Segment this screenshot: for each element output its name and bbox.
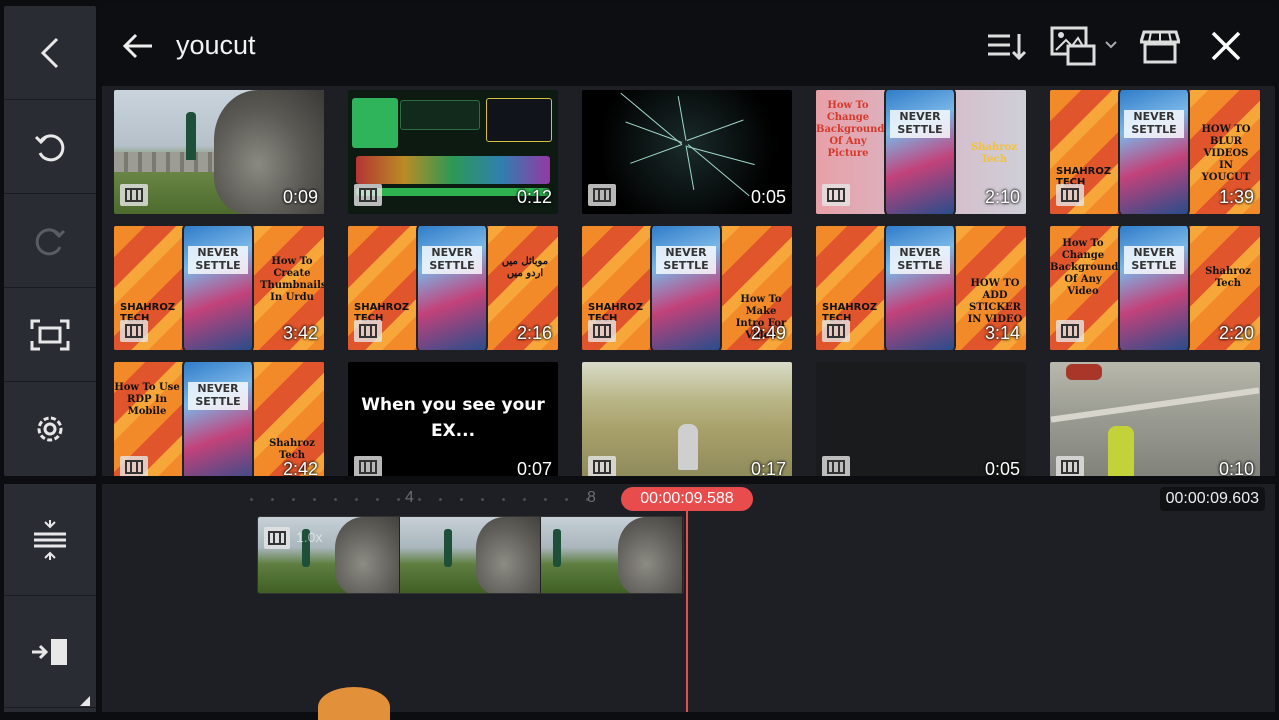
timeline[interactable]: 4 8 1.0x 00:00:09.588 00:00:09.603	[102, 484, 1275, 720]
video-type-icon	[354, 320, 382, 342]
export-button[interactable]	[4, 596, 96, 708]
resize-handle-icon[interactable]	[80, 696, 90, 706]
duration-label: 0:12	[516, 187, 552, 207]
media-item[interactable]: How To Change Background Of Any Picture …	[816, 90, 1026, 214]
duration-label: 2:16	[516, 323, 552, 343]
media-item[interactable]: NEVER SETTLE HOW TO ADD STICKER IN VIDEO…	[816, 226, 1026, 350]
settings-icon	[37, 416, 63, 442]
duration-label: 3:42	[282, 323, 318, 343]
media-item[interactable]: 0:05	[816, 362, 1026, 476]
video-type-icon	[1056, 320, 1084, 342]
duration-label: 0:10	[1218, 459, 1254, 476]
media-header: youcut	[102, 6, 1275, 86]
video-type-icon	[264, 527, 290, 549]
store-button[interactable]	[1140, 24, 1180, 68]
redo-button[interactable]	[4, 194, 96, 288]
video-type-icon	[354, 456, 382, 476]
video-type-icon	[120, 456, 148, 476]
back-icon	[40, 37, 59, 68]
duration-label: 0:09	[282, 187, 318, 207]
undo-icon	[34, 133, 65, 161]
playhead[interactable]	[686, 511, 688, 712]
playhead-time[interactable]: 00:00:09.588	[621, 487, 753, 511]
duration-label: 2:49	[750, 323, 786, 343]
back-button[interactable]	[4, 6, 96, 100]
video-type-icon	[1056, 456, 1084, 476]
sort-icon	[988, 34, 1027, 61]
duration-label: 0:05	[984, 459, 1020, 476]
media-item[interactable]: NEVER SETTLE موبائل میں اردو میں SHAHROZ…	[348, 226, 558, 350]
video-type-icon	[120, 320, 148, 342]
video-type-icon	[822, 320, 850, 342]
video-editor: youcut 0:09 0:12 0:05 How To Change Back…	[0, 0, 1279, 720]
back-arrow-icon	[122, 33, 152, 59]
fullscreen-icon	[30, 319, 70, 350]
media-item[interactable]: 0:09	[114, 90, 324, 214]
video-type-icon	[588, 456, 616, 476]
settings-button[interactable]	[4, 382, 96, 476]
video-type-icon	[120, 184, 148, 206]
clip-speed-label: 1.0x	[296, 529, 323, 545]
track-align-button[interactable]	[4, 484, 96, 596]
media-item[interactable]: 0:17	[582, 362, 792, 476]
search-query[interactable]: youcut	[176, 30, 256, 61]
media-item[interactable]: NEVER SETTLE How To Create Thumbnails In…	[114, 226, 324, 350]
video-clip[interactable]: 1.0x	[257, 516, 684, 594]
left-toolbar	[4, 6, 96, 476]
close-icon	[1211, 31, 1241, 61]
redo-icon	[35, 227, 66, 255]
timeline-ruler	[250, 498, 589, 501]
close-button[interactable]	[1210, 24, 1242, 68]
media-item[interactable]: How To Use RDP In Mobile NEVER SETTLE Sh…	[114, 362, 324, 476]
media-item[interactable]: 0:10	[1050, 362, 1260, 476]
video-type-icon	[588, 320, 616, 342]
duration-label: 3:14	[984, 323, 1020, 343]
duration-label: 2:10	[984, 187, 1020, 207]
undo-button[interactable]	[4, 100, 96, 194]
media-browser: youcut 0:09 0:12 0:05 How To Change Back…	[102, 6, 1275, 476]
store-icon	[1140, 30, 1180, 64]
add-button[interactable]	[318, 687, 390, 720]
media-item[interactable]: 0:12	[348, 90, 558, 214]
duration-label: 2:20	[1218, 323, 1254, 343]
duration-label: 0:07	[516, 459, 552, 476]
media-item[interactable]: NEVER SETTLE HOW TO BLUR VIDEOS IN YOUCU…	[1050, 90, 1260, 214]
video-type-icon	[822, 456, 850, 476]
media-item[interactable]: NEVER SETTLE How To Make Intro For Video…	[582, 226, 792, 350]
video-type-icon	[1056, 184, 1084, 206]
video-type-icon	[354, 184, 382, 206]
duration-label: 0:17	[750, 459, 786, 476]
media-item[interactable]: How To Change Background Of Any Video NE…	[1050, 226, 1260, 350]
search-back-button[interactable]	[122, 30, 158, 62]
video-type-icon	[588, 184, 616, 206]
ruler-mark: 8	[587, 489, 596, 506]
sort-button[interactable]	[986, 24, 1028, 68]
duration-label: 2:42	[282, 459, 318, 476]
duration-label: 0:05	[750, 187, 786, 207]
total-duration: 00:00:09.603	[1159, 487, 1265, 511]
media-type-dropdown[interactable]	[1050, 24, 1120, 68]
export-icon	[32, 638, 67, 665]
media-type-icon	[1050, 26, 1117, 66]
video-type-icon	[822, 184, 850, 206]
timeline-toolbar	[4, 484, 96, 712]
duration-label: 1:39	[1218, 187, 1254, 207]
track-align-icon	[34, 519, 66, 560]
media-item[interactable]: 0:05	[582, 90, 792, 214]
ruler-mark: 4	[405, 489, 414, 506]
fullscreen-button[interactable]	[4, 288, 96, 382]
media-item[interactable]: When you see your EX... 0:07	[348, 362, 558, 476]
